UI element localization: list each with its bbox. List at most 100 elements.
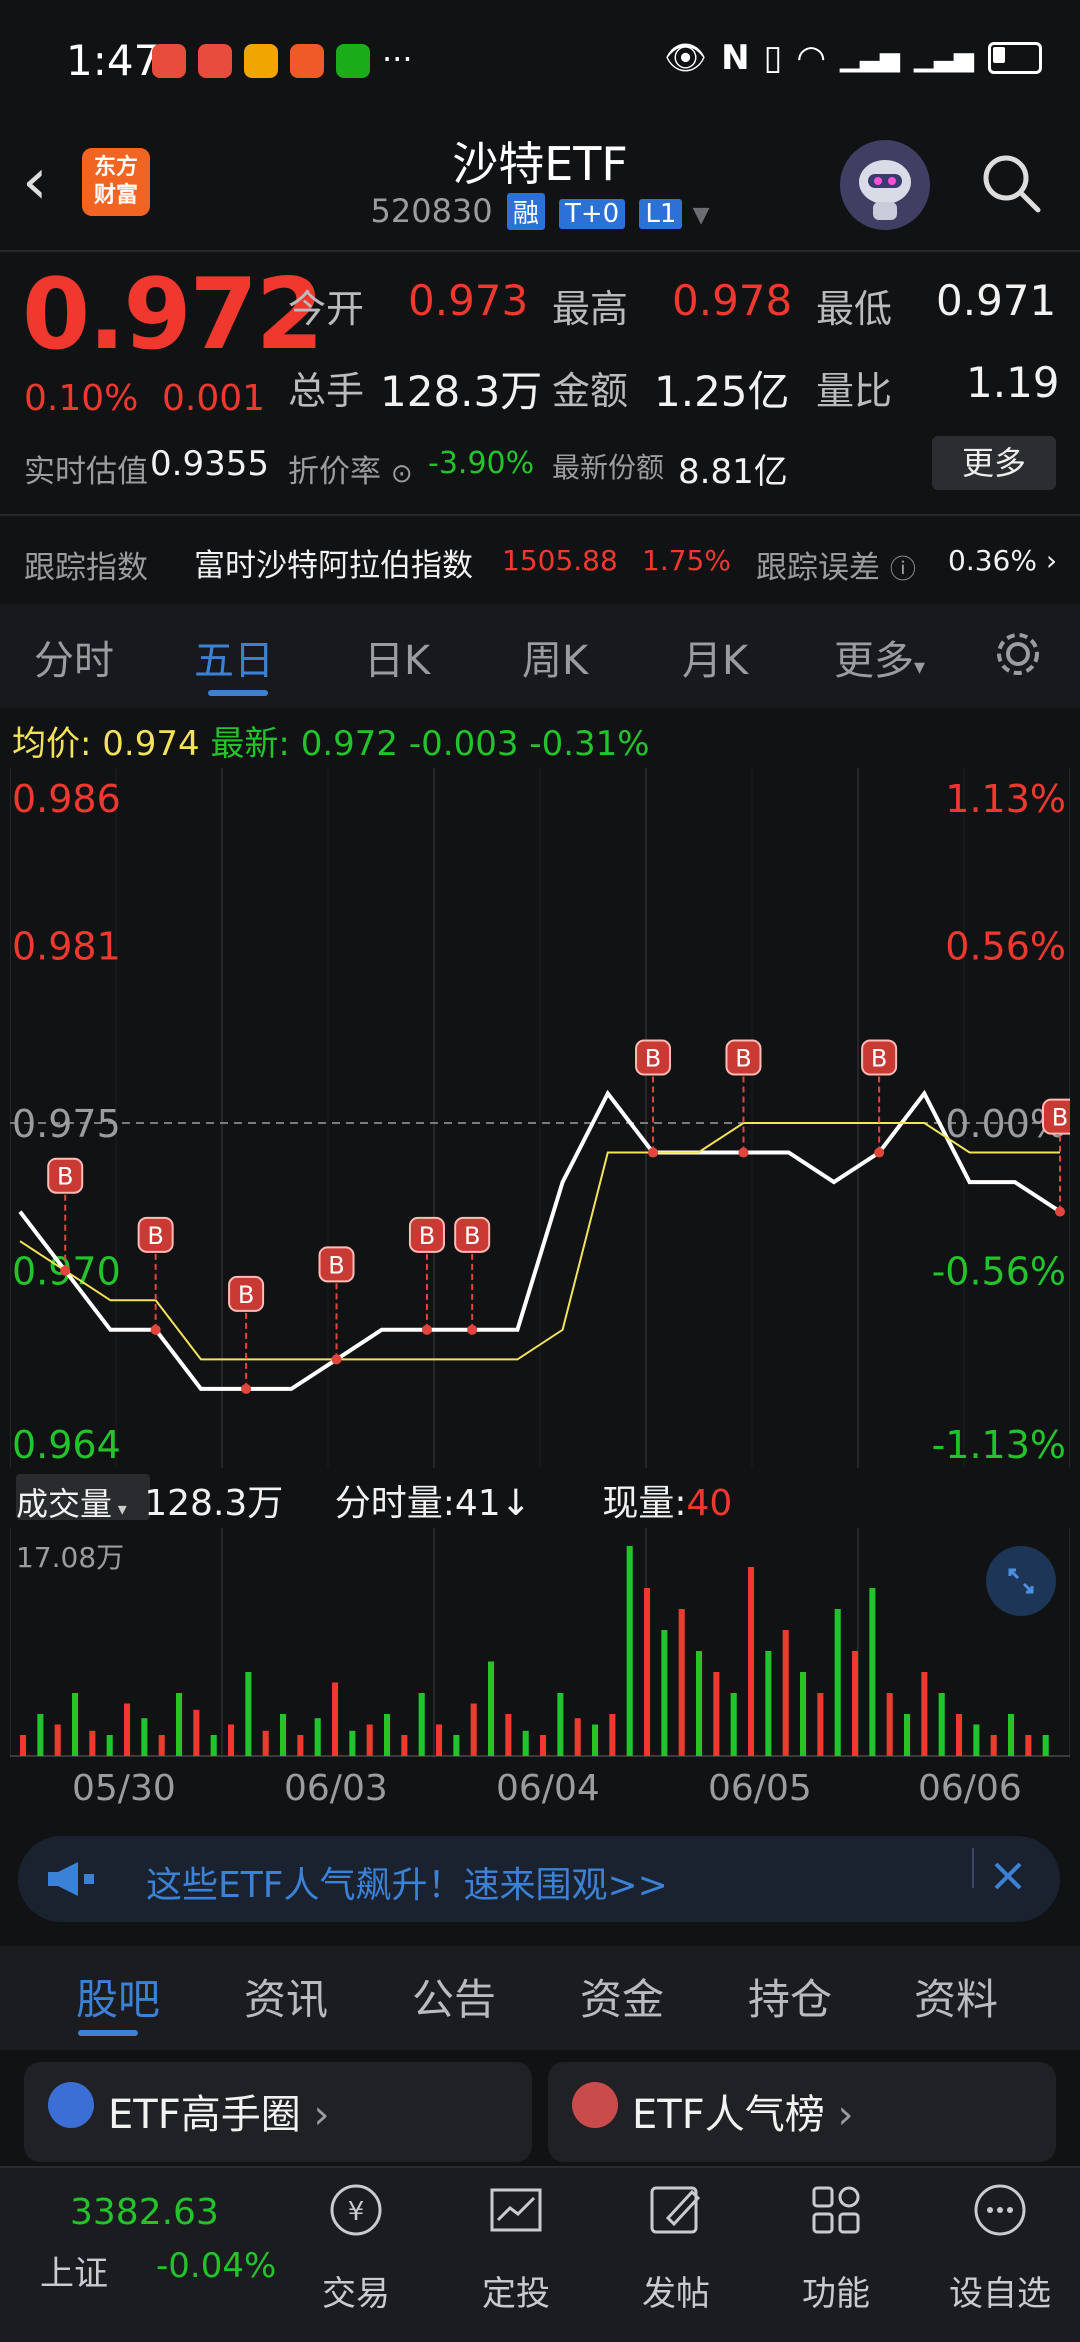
app-notification-icon <box>198 44 232 78</box>
dropdown-icon: ▼ <box>692 203 710 228</box>
tab-funds[interactable]: 资金 <box>580 1966 664 2027</box>
volume-bar <box>869 1588 876 1756</box>
edit-post-icon[interactable] <box>644 2178 708 2242</box>
tab-holdings[interactable]: 持仓 <box>748 1966 832 2027</box>
nav-functions[interactable]: 功能 <box>776 2266 896 2315</box>
nav-watchlist[interactable]: 设自选 <box>940 2266 1060 2315</box>
card-title[interactable]: ETF高手圈 › <box>108 2082 329 2140</box>
ratio-label: 量比 <box>816 369 893 413</box>
tab-news[interactable]: 资讯 <box>244 1966 328 2027</box>
tab-announcements[interactable]: 公告 <box>412 1966 496 2027</box>
settings-gear-icon[interactable] <box>992 628 1044 680</box>
open-value: 0.973 <box>408 276 529 325</box>
volume-bar <box>262 1730 269 1756</box>
buy-marker-dot <box>60 1265 71 1276</box>
nav-invest-plan[interactable]: 定投 <box>456 2266 576 2315</box>
volume-bar <box>748 1567 755 1756</box>
volume-bar <box>332 1682 339 1756</box>
tab-weekly-k[interactable]: 周K <box>522 628 588 686</box>
notification-icons: ··· <box>152 43 413 78</box>
weibo-icon <box>244 44 278 78</box>
buy-marker-label: B <box>57 1163 73 1191</box>
iopv-value: 0.9355 <box>150 444 269 484</box>
margin-badge: 融 <box>506 193 545 230</box>
search-icon[interactable] <box>978 150 1044 216</box>
promo-banner-text[interactable]: 这些ETF人气飙升！速来围观>> <box>146 1856 668 1908</box>
tracking-error-value[interactable]: 0.36% › <box>948 544 1057 577</box>
y-tick-label-left: 0.964 <box>12 1423 121 1467</box>
current-price: 0.972 <box>22 258 324 372</box>
help-icon[interactable]: ⓘ <box>890 555 916 585</box>
discount-value: -3.90% <box>428 446 535 481</box>
buy-marker-dot <box>150 1324 161 1335</box>
low-label: 最低 <box>816 287 893 331</box>
tab-monthly-k[interactable]: 月K <box>682 628 748 686</box>
tab-forum[interactable]: 股吧 <box>76 1966 160 2027</box>
tracking-error-label: 跟踪误差 ⓘ <box>756 550 916 586</box>
latest-value: 0.972 <box>300 724 399 764</box>
buy-marker-label: B <box>419 1222 435 1250</box>
volume-selector-label[interactable]: 成交量 <box>16 1485 112 1523</box>
vibrate-icon: ▯ <box>763 38 783 78</box>
volume-bar <box>817 1693 824 1756</box>
more-button[interactable]: 更多 <box>932 436 1056 490</box>
index-widget[interactable]: 3382.63 <box>70 2192 219 2233</box>
latest-change-pct: -0.31% <box>529 724 650 764</box>
volume-bar <box>20 1735 27 1756</box>
volume-bar <box>72 1693 79 1756</box>
close-icon[interactable] <box>988 1856 1028 1896</box>
grid-functions-icon[interactable] <box>804 2178 868 2242</box>
volume-bar <box>280 1714 287 1756</box>
system-icons: 👁 N ▯ ◠ ▁▃▅ ▁▃▅ <box>664 38 1042 78</box>
status-time: 1:47 <box>66 36 161 85</box>
ratio-value: 1.19 <box>966 358 1060 407</box>
tab-profile[interactable]: 资料 <box>914 1966 998 2027</box>
volume-bar <box>314 1718 321 1756</box>
nav-trade[interactable]: 交易 <box>296 2266 416 2315</box>
volume-bar <box>54 1724 61 1756</box>
info-icon[interactable]: ⊙ <box>391 459 413 489</box>
y-tick-label-left: 0.986 <box>12 777 121 821</box>
price-chart[interactable]: 0.9860.9810.9750.9700.9641.13%0.56%0.00%… <box>9 768 1078 1468</box>
tab-intraday[interactable]: 分时 <box>34 628 114 686</box>
chart-header: 均价: 0.974 最新: 0.972 -0.003 -0.31% <box>12 716 650 765</box>
status-bar: 1:47 ··· 👁 N ▯ ◠ ▁▃▅ ▁▃▅ <box>0 0 1080 120</box>
volume-bar <box>1008 1714 1015 1756</box>
tab-five-day[interactable]: 五日 <box>194 628 274 686</box>
volume-chart[interactable] <box>9 1528 1071 1758</box>
date-label: 06/06 <box>918 1768 1022 1809</box>
volume-value: 128.3万 <box>380 367 543 416</box>
assistant-robot-icon[interactable] <box>840 140 930 230</box>
investment-plan-icon[interactable] <box>484 2178 548 2242</box>
latest-change: -0.003 <box>408 724 519 764</box>
volume-bar <box>37 1714 44 1756</box>
signal-icon: ▁▃▅ <box>840 43 900 73</box>
card-title[interactable]: ETF人气榜 › <box>632 2082 853 2140</box>
nav-post[interactable]: 发帖 <box>616 2266 736 2315</box>
volume-bar <box>540 1735 547 1756</box>
y-tick-label-right: -1.13% <box>932 1423 1066 1467</box>
yen-exchange-icon[interactable]: ¥ <box>324 2178 388 2242</box>
tab-daily-k[interactable]: 日K <box>364 628 430 686</box>
volume-bar <box>956 1714 963 1756</box>
volume-bar <box>1042 1735 1049 1756</box>
wechat-icon <box>336 44 370 78</box>
y-tick-label-right: 1.13% <box>945 777 1066 821</box>
volume-total: 128.3万 <box>144 1483 284 1524</box>
volume-bar <box>800 1672 807 1756</box>
level-badge: L1 <box>639 199 683 229</box>
volume-bar <box>245 1672 252 1756</box>
tracking-index-name[interactable]: 富时沙特阿拉伯指数 <box>194 540 473 585</box>
current-volume-value: 40 <box>686 1483 733 1524</box>
eye-icon: 👁 <box>663 38 708 78</box>
add-watchlist-icon[interactable] <box>968 2178 1032 2242</box>
volume-bar <box>782 1630 789 1756</box>
volume-bar <box>678 1609 685 1756</box>
expand-chart-icon[interactable] <box>986 1546 1056 1616</box>
tab-more[interactable]: 更多▾ <box>834 628 925 686</box>
low-value: 0.971 <box>936 276 1057 325</box>
buy-marker-label: B <box>238 1281 254 1309</box>
wifi-icon: ◠ <box>796 38 826 78</box>
volume-bar <box>106 1735 113 1756</box>
minute-volume: 分时量:41↓ <box>334 1483 531 1524</box>
